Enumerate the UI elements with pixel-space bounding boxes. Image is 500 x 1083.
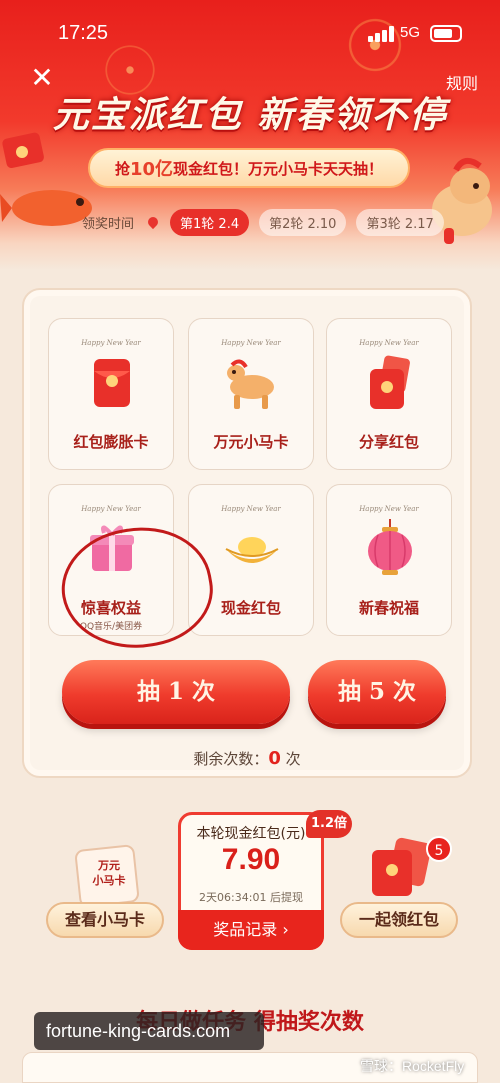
round-tab-3[interactable]: 第3轮 2.17 bbox=[356, 208, 444, 236]
card-tag: Happy New Year bbox=[221, 505, 281, 513]
share-count-badge: 5 bbox=[426, 836, 452, 862]
card-tag: Happy New Year bbox=[81, 339, 141, 347]
prize-label: 分享红包 bbox=[358, 433, 419, 451]
signal-icon bbox=[368, 26, 396, 42]
banner-suffix: 现金红包！万元小马卡天天抽！ bbox=[173, 159, 384, 178]
prize-records-button[interactable]: 奖品记录 › bbox=[178, 910, 324, 950]
prize-card: Happy New Year 新春祝福 bbox=[326, 484, 452, 636]
location-pin-icon bbox=[145, 214, 161, 230]
round-cash-title: 本轮现金红包(元) bbox=[196, 826, 306, 842]
prize-label: 万元小马卡 bbox=[213, 433, 289, 451]
watermark: 雪球：RocketFly bbox=[360, 1058, 465, 1074]
promo-banner: 抢 10亿 现金红包！万元小马卡天天抽！ bbox=[88, 148, 410, 188]
round-tab-2[interactable]: 第2轮 2.10 bbox=[259, 208, 347, 236]
draw-five-button[interactable]: 抽 5 次 bbox=[308, 660, 446, 724]
toy-horse-icon bbox=[227, 359, 274, 409]
prize-label: 红包膨胀卡 bbox=[73, 433, 149, 451]
withdraw-countdown: 2天06:34:01 后提现 bbox=[199, 891, 303, 904]
round-schedule: 领奖时间 第1轮 2.4 第2轮 2.10 第3轮 2.17 bbox=[82, 208, 454, 236]
round-cash-card: 本轮现金红包(元) 7.90 2天06:34:01 后提现 奖品记录 › bbox=[178, 812, 324, 950]
horse-card-text: 万元 小马卡 bbox=[92, 859, 126, 887]
round-tab-1[interactable]: 第1轮 2.4 bbox=[170, 208, 250, 236]
page-title: 元宝派红包 新春领不停 bbox=[52, 94, 448, 136]
card-tag: Happy New Year bbox=[359, 339, 419, 347]
card-tag: Happy New Year bbox=[359, 505, 419, 513]
banner-prefix: 抢 bbox=[114, 159, 130, 178]
status-time: 17:25 bbox=[58, 22, 109, 44]
prize-label: 新春祝福 bbox=[358, 599, 419, 617]
card-tag: Happy New Year bbox=[221, 339, 281, 347]
remaining-draws: 剩余次数：0 次 bbox=[24, 748, 470, 769]
lottery-panel: Happy New Year 红包膨胀卡 Happy New Year 万元小马… bbox=[22, 288, 472, 778]
cash-amount: 7.90 bbox=[221, 843, 281, 876]
rewards-section: 万元 小马卡 查看小马卡 本轮现金红包(元) 7.90 2天06:34:01 后… bbox=[32, 792, 468, 992]
remaining-unit: 次 bbox=[285, 750, 301, 768]
draw-once-button[interactable]: 抽 1 次 bbox=[62, 660, 290, 724]
card-tag: Happy New Year bbox=[81, 505, 141, 513]
lantern-icon bbox=[368, 519, 412, 575]
view-horse-card-button[interactable]: 查看小马卡 bbox=[46, 902, 164, 938]
red-envelope-icon bbox=[94, 359, 130, 407]
prize-card: Happy New Year 分享红包 bbox=[326, 318, 452, 470]
gold-ingot-icon bbox=[225, 537, 279, 563]
remaining-label: 剩余次数： bbox=[193, 750, 269, 768]
network-type: 5G bbox=[400, 24, 421, 41]
schedule-label: 领奖时间 bbox=[82, 216, 135, 232]
remaining-value: 0 bbox=[268, 748, 281, 769]
prize-card: Happy New Year 红包膨胀卡 bbox=[48, 318, 174, 470]
status-bar: 17:25 5G bbox=[0, 0, 500, 62]
prize-card: Happy New Year 现金红包 bbox=[188, 484, 314, 636]
prize-card: Happy New Year 万元小马卡 bbox=[188, 318, 314, 470]
share-together-button[interactable]: 一起领红包 bbox=[340, 902, 458, 938]
multiplier-badge: 1.2倍 bbox=[306, 810, 352, 838]
battery-icon bbox=[430, 25, 462, 42]
share-red-envelope-icon bbox=[370, 355, 410, 409]
url-overlay: fortune-king-cards.com bbox=[34, 1012, 264, 1050]
banner-highlight: 10亿 bbox=[129, 159, 174, 180]
